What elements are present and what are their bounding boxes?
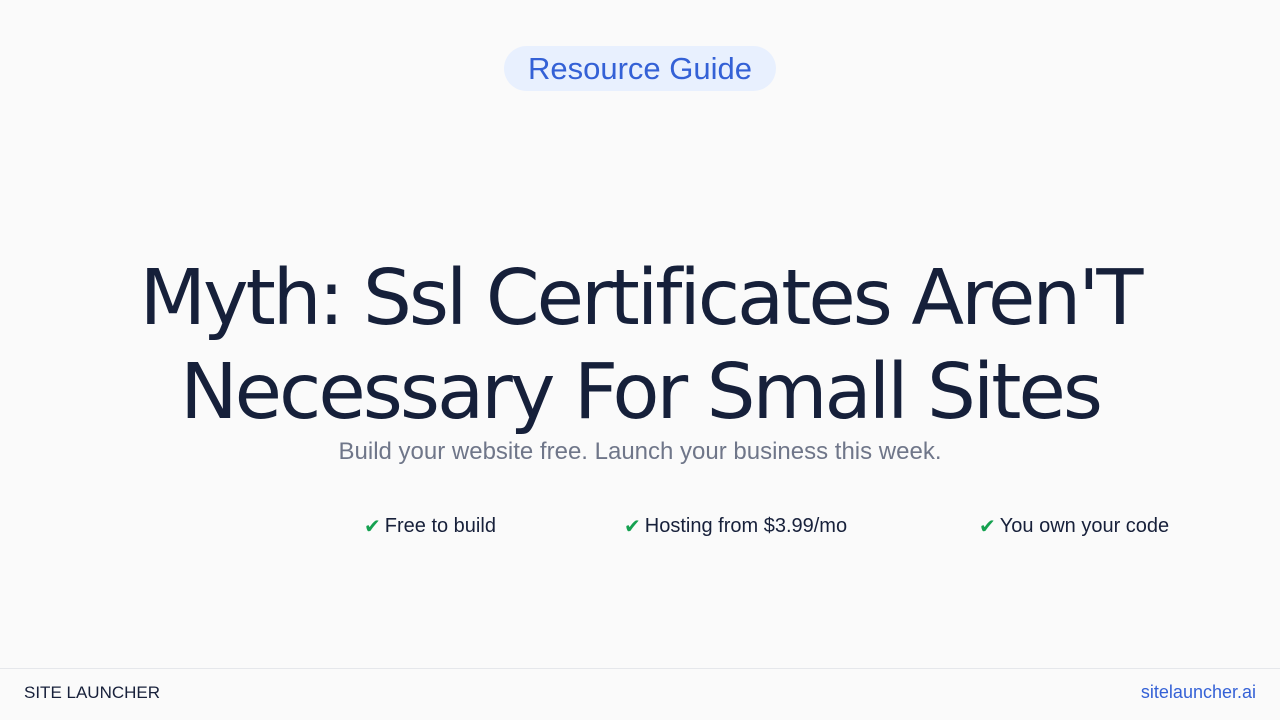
page-footer: SITE LAUNCHER sitelauncher.ai xyxy=(0,668,1280,720)
checkmark-icon: ✔ xyxy=(979,514,996,538)
page-title-line-2: Necessary For Small Sites xyxy=(180,348,1103,437)
page-title-line-1: Myth: Ssl Certificates Aren'T xyxy=(139,254,1144,343)
feature-label: You own your code xyxy=(999,515,1170,537)
page-title: Myth: Ssl Certificates Aren'T Necessary … xyxy=(40,252,1240,440)
brand-name: SITE LAUNCHER xyxy=(24,683,161,702)
feature-label: Hosting from $3.99/mo xyxy=(644,515,848,537)
checkmark-icon: ✔ xyxy=(624,514,641,538)
feature-item-hosting: ✔ Hosting from $3.99/mo xyxy=(624,512,847,540)
resource-guide-badge: Resource Guide xyxy=(504,46,776,91)
page-subtitle: Build your website free. Launch your bus… xyxy=(338,438,942,465)
checkmark-icon: ✔ xyxy=(364,514,381,538)
feature-item-free-to-build: ✔ Free to build xyxy=(364,512,496,540)
feature-item-own-code: ✔ You own your code xyxy=(979,512,1169,540)
website-link[interactable]: sitelauncher.ai xyxy=(1141,681,1256,703)
feature-label: Free to build xyxy=(384,515,496,537)
